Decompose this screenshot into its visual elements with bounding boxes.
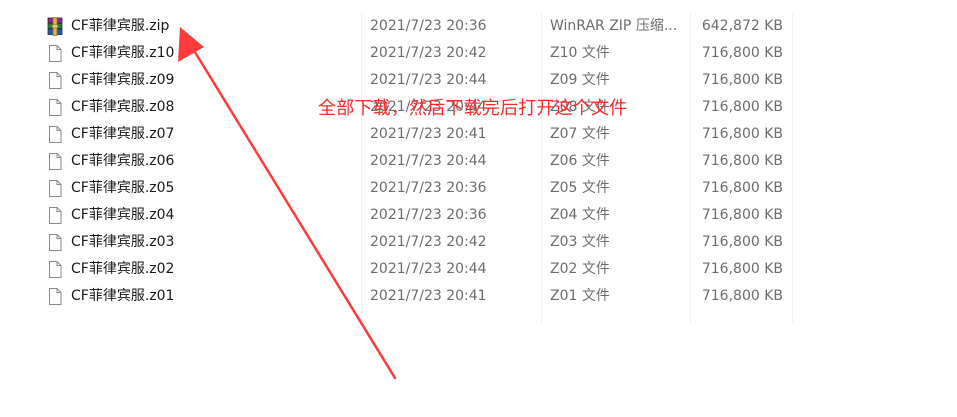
file-size: 716,800 KB <box>701 45 783 61</box>
file-row[interactable]: CF菲律宾服.z06 2021/7/23 20:44 Z06 文件 716,80… <box>0 148 957 175</box>
file-icon <box>47 179 63 198</box>
file-icon <box>47 206 63 225</box>
file-name: CF菲律宾服.z07 <box>71 126 175 142</box>
file-date: 2021/7/23 20:44 <box>370 153 487 169</box>
file-icon <box>47 233 63 252</box>
file-row[interactable]: CF菲律宾服.z07 2021/7/23 20:41 Z07 文件 716,80… <box>0 121 957 148</box>
file-size: 716,800 KB <box>701 288 783 304</box>
file-row[interactable]: CF菲律宾服.z02 2021/7/23 20:44 Z02 文件 716,80… <box>0 256 957 283</box>
file-type: Z01 文件 <box>550 288 610 304</box>
file-size: 716,800 KB <box>701 207 783 223</box>
file-date: 2021/7/23 20:41 <box>370 126 487 142</box>
file-name: CF菲律宾服.zip <box>71 18 170 34</box>
file-size: 716,800 KB <box>701 99 783 115</box>
file-size: 642,872 KB <box>701 18 783 34</box>
file-name: CF菲律宾服.z05 <box>71 180 175 196</box>
file-icon <box>47 44 63 63</box>
file-name: CF菲律宾服.z09 <box>71 72 175 88</box>
file-icon <box>47 287 63 306</box>
annotation-text: 全部下载，然后下载完后打开这个文件 <box>318 98 628 119</box>
file-date: 2021/7/23 20:44 <box>370 261 487 277</box>
file-name: CF菲律宾服.z02 <box>71 261 175 277</box>
file-date: 2021/7/23 20:42 <box>370 45 487 61</box>
file-name: CF菲律宾服.z06 <box>71 153 175 169</box>
file-type: Z02 文件 <box>550 261 610 277</box>
file-type: Z04 文件 <box>550 207 610 223</box>
file-size: 716,800 KB <box>701 153 783 169</box>
file-icon <box>47 125 63 144</box>
file-size: 716,800 KB <box>701 234 783 250</box>
file-size: 716,800 KB <box>701 261 783 277</box>
file-type: Z09 文件 <box>550 72 610 88</box>
file-size: 716,800 KB <box>701 126 783 142</box>
file-name: CF菲律宾服.z10 <box>71 45 175 61</box>
file-row[interactable]: CF菲律宾服.z05 2021/7/23 20:36 Z05 文件 716,80… <box>0 175 957 202</box>
file-date: 2021/7/23 20:36 <box>370 18 487 34</box>
file-name: CF菲律宾服.z03 <box>71 234 175 250</box>
file-type: Z06 文件 <box>550 153 610 169</box>
file-list: CF菲律宾服.zip 2021/7/23 20:36 WinRAR ZIP 压缩… <box>0 13 957 323</box>
file-type: Z03 文件 <box>550 234 610 250</box>
file-size: 716,800 KB <box>701 72 783 88</box>
file-name: CF菲律宾服.z04 <box>71 207 175 223</box>
file-name: CF菲律宾服.z01 <box>71 288 175 304</box>
file-icon <box>47 71 63 90</box>
file-icon <box>47 152 63 171</box>
file-date: 2021/7/23 20:42 <box>370 234 487 250</box>
file-row[interactable]: CF菲律宾服.z01 2021/7/23 20:41 Z01 文件 716,80… <box>0 283 957 310</box>
file-icon <box>47 260 63 279</box>
file-type: Z05 文件 <box>550 180 610 196</box>
file-icon <box>47 98 63 117</box>
file-row[interactable]: CF菲律宾服.z04 2021/7/23 20:36 Z04 文件 716,80… <box>0 202 957 229</box>
file-date: 2021/7/23 20:44 <box>370 72 487 88</box>
file-row[interactable]: CF菲律宾服.zip 2021/7/23 20:36 WinRAR ZIP 压缩… <box>0 13 957 40</box>
file-size: 716,800 KB <box>701 180 783 196</box>
file-type: Z10 文件 <box>550 45 610 61</box>
file-row[interactable]: CF菲律宾服.z09 2021/7/23 20:44 Z09 文件 716,80… <box>0 67 957 94</box>
winrar-archive-icon <box>47 17 63 36</box>
file-row[interactable]: CF菲律宾服.z03 2021/7/23 20:42 Z03 文件 716,80… <box>0 229 957 256</box>
file-type: Z07 文件 <box>550 126 610 142</box>
file-name: CF菲律宾服.z08 <box>71 99 175 115</box>
file-date: 2021/7/23 20:36 <box>370 207 487 223</box>
file-date: 2021/7/23 20:36 <box>370 180 487 196</box>
file-date: 2021/7/23 20:41 <box>370 288 487 304</box>
file-row[interactable]: CF菲律宾服.z10 2021/7/23 20:42 Z10 文件 716,80… <box>0 40 957 67</box>
file-type: WinRAR ZIP 压缩... <box>550 18 678 34</box>
